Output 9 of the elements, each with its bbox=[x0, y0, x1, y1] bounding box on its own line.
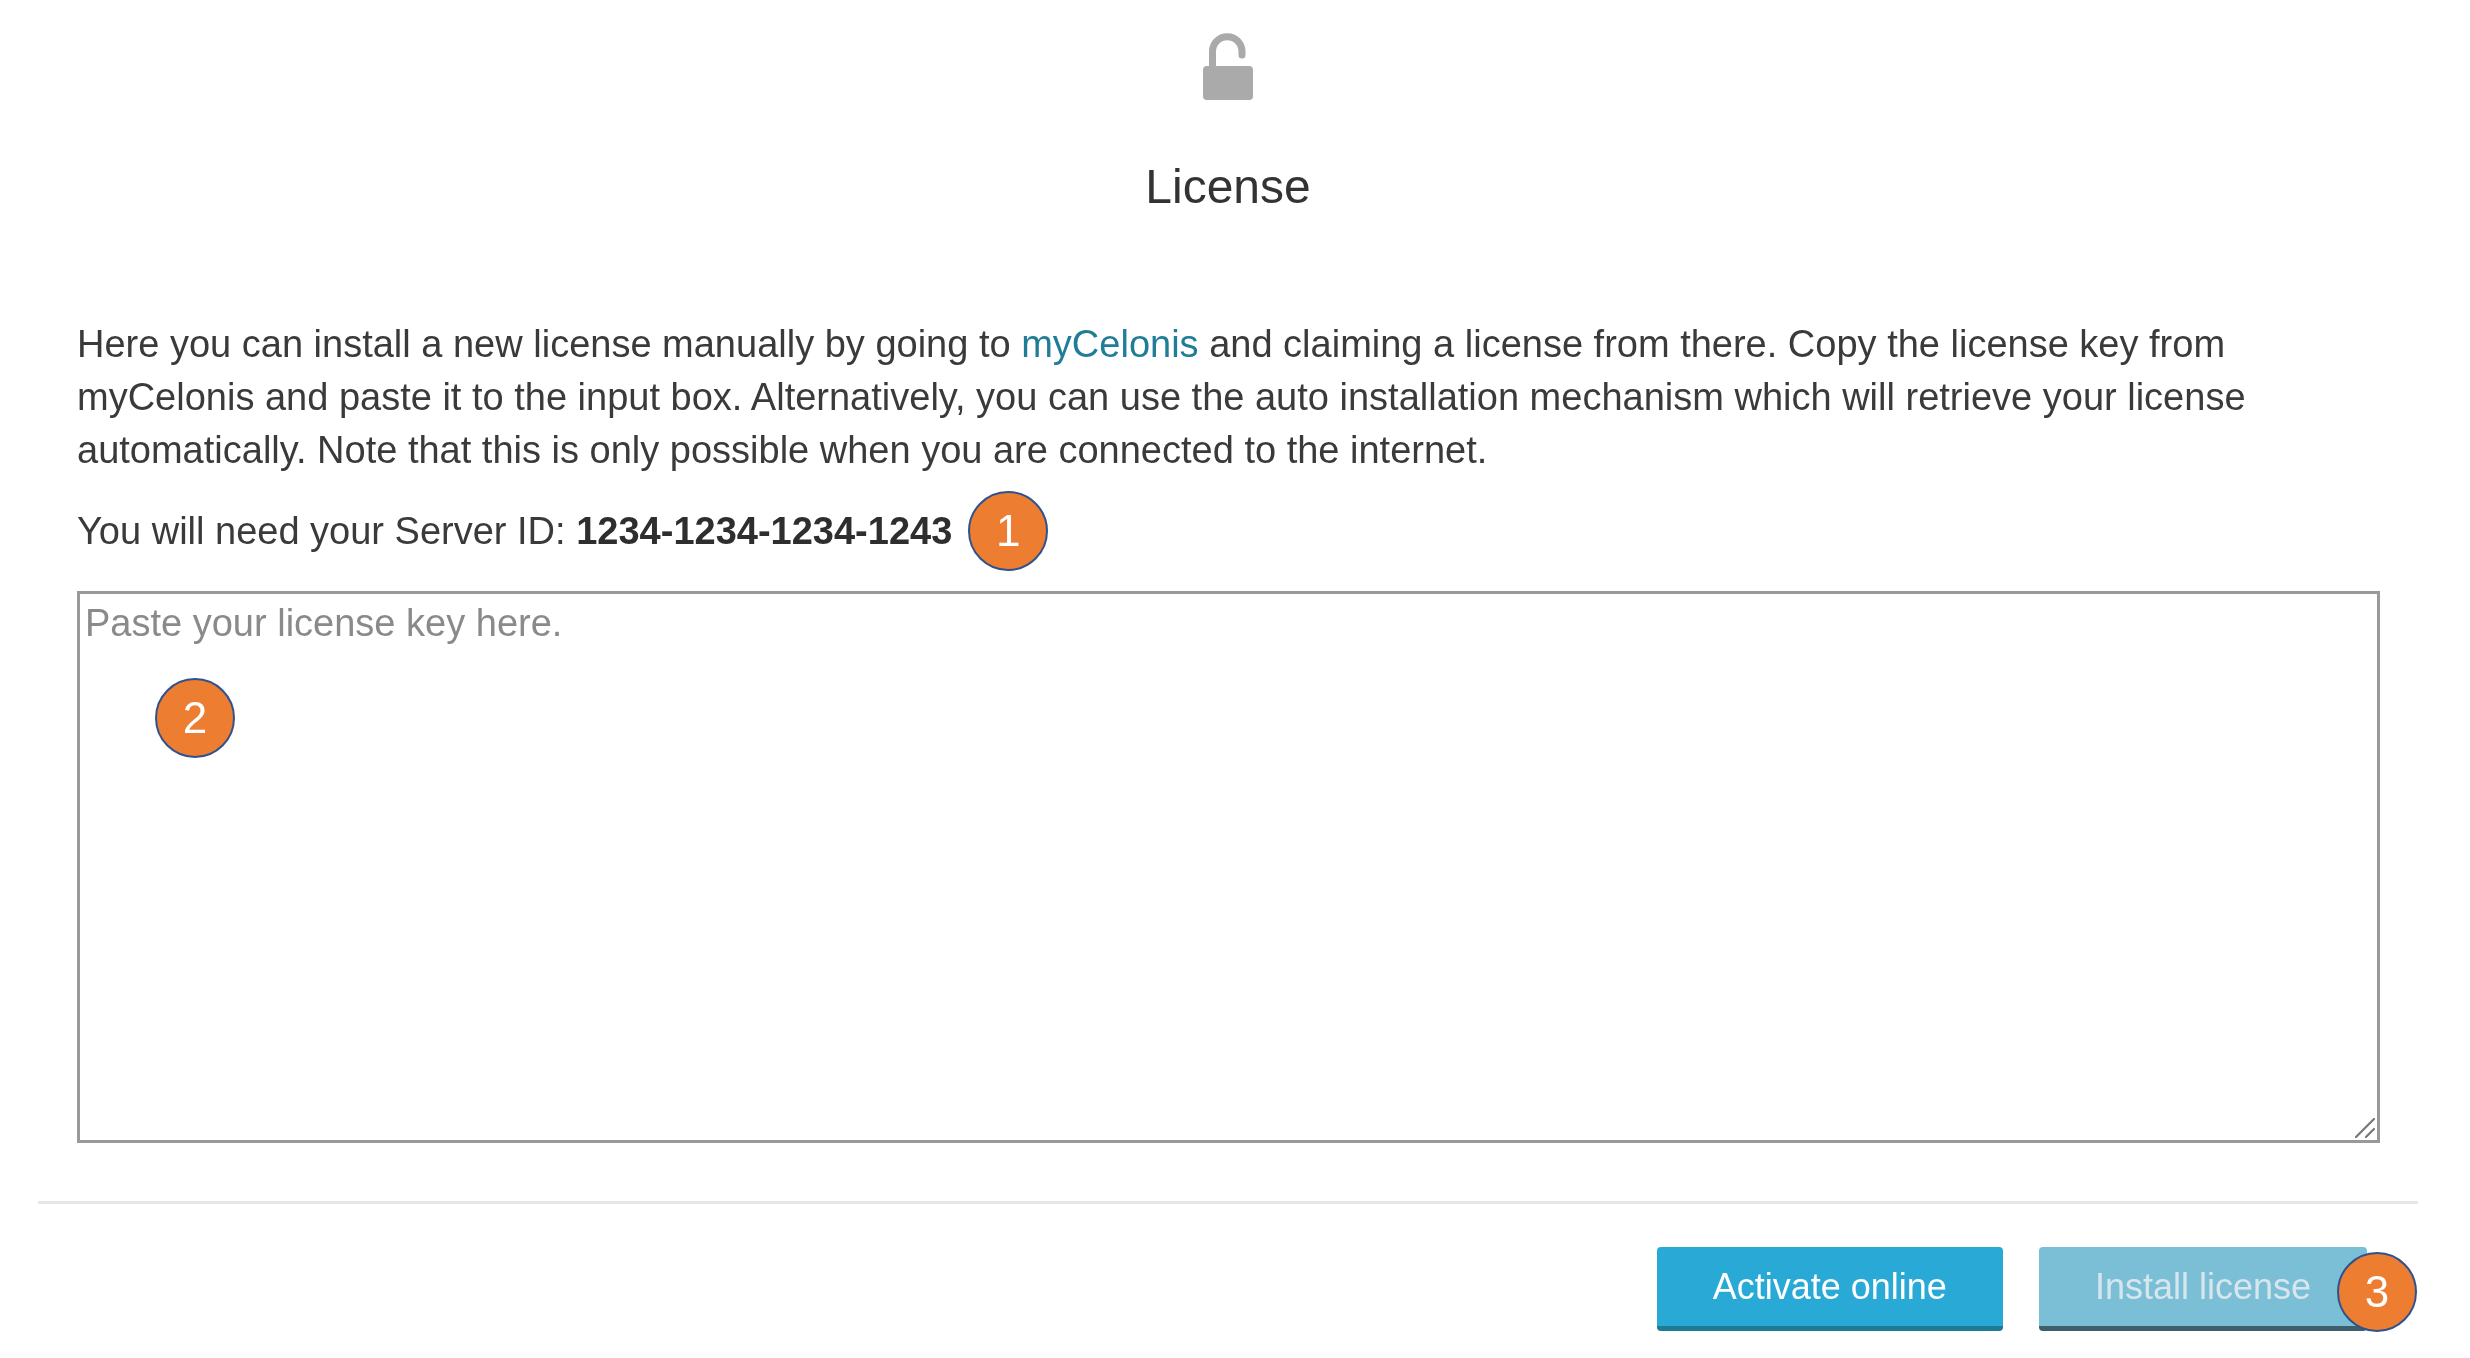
description-text: Here you can install a new license manually by going to myCelonis and claiming a license from there. Copy the license key from myCelonis and paste it to the input box. Alternatively, you can use the auto installation mechanism which will retrieve your license automatically. Note that this is only possible when you are connected to the internet. bbox=[77, 322, 2247, 473]
dialog-button[interactable]: Activate online bbox=[1656, 1247, 2003, 1331]
dialog-title: License bbox=[1145, 159, 1311, 215]
numbered-callout: 1 bbox=[968, 491, 1049, 571]
resize-grip-icon[interactable] bbox=[2355, 1118, 2375, 1138]
inline-link[interactable]: myCelonis bbox=[1021, 323, 1199, 365]
server-id-text: You will need your Server ID: 1234-1234-1234-1243 bbox=[77, 508, 953, 554]
numbered-callout: 3 bbox=[2337, 1252, 2417, 1332]
unlocked-padlock-icon bbox=[1203, 33, 1253, 100]
